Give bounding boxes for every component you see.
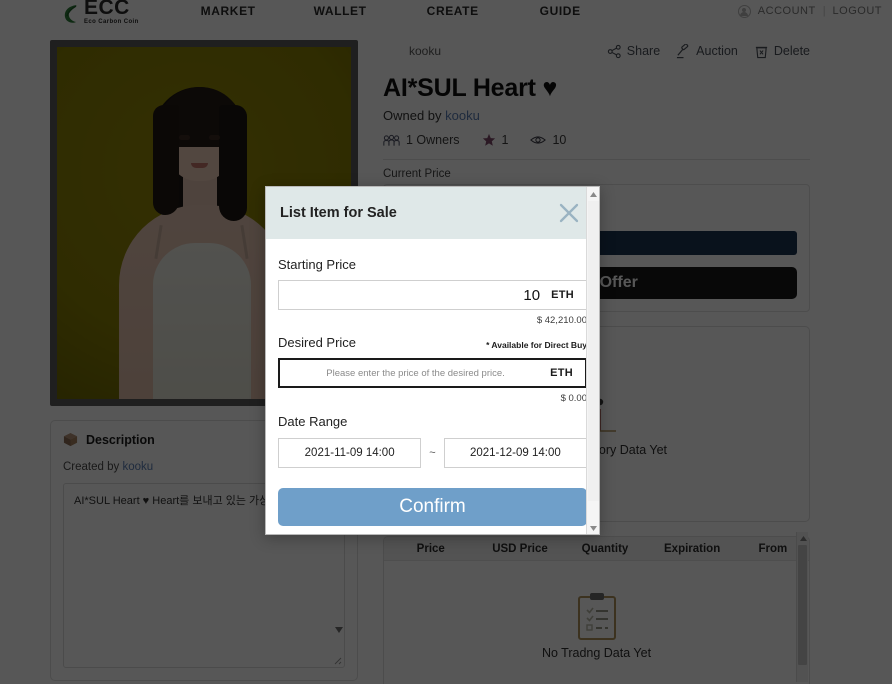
- starting-price-unit: ETH: [551, 289, 574, 301]
- modal-scroll-up-arrow-icon[interactable]: [587, 188, 599, 201]
- date-range-start-input[interactable]: 2021-11-09 14:00: [278, 438, 422, 468]
- date-range-row: 2021-11-09 14:00 ~ 2021-12-09 14:00: [278, 438, 587, 468]
- desired-price-label-row: Desired Price * Available for Direct Buy: [278, 335, 587, 350]
- desired-price-usd: $ 0.00: [560, 393, 587, 404]
- date-range-end-input[interactable]: 2021-12-09 14:00: [443, 438, 587, 468]
- modal-scrollbar[interactable]: [586, 187, 599, 534]
- desired-price-label: Desired Price: [278, 335, 357, 350]
- modal-header: List Item for Sale: [266, 187, 599, 239]
- modal-title: List Item for Sale: [280, 205, 397, 221]
- desired-price-hint: * Available for Direct Buy: [486, 340, 587, 350]
- desired-price-unit: ETH: [550, 367, 573, 379]
- close-icon[interactable]: [557, 201, 581, 225]
- starting-price-input[interactable]: 10 ETH: [278, 280, 587, 310]
- app-window: ECC Eco Carbon Coin MARKET WALLET CREATE…: [0, 0, 892, 684]
- desired-price-placeholder: Please enter the price of the desired pr…: [326, 367, 505, 379]
- modal-body: Starting Price 10 ETH $ 42,210.00 Desire…: [266, 239, 599, 526]
- modal-scroll-down-arrow-icon[interactable]: [587, 522, 599, 534]
- starting-price-label: Starting Price: [278, 257, 357, 272]
- list-item-for-sale-modal: List Item for Sale Starting Price 10 ETH…: [265, 186, 600, 535]
- starting-price-usd: $ 42,210.00: [536, 315, 587, 326]
- starting-price-value: 10: [523, 286, 541, 304]
- date-range-separator: ~: [429, 447, 436, 459]
- desired-price-input[interactable]: Please enter the price of the desired pr…: [278, 358, 587, 388]
- confirm-button[interactable]: Confirm: [278, 488, 587, 526]
- modal-scrollbar-track[interactable]: [588, 201, 599, 501]
- date-range-label: Date Range: [278, 414, 348, 429]
